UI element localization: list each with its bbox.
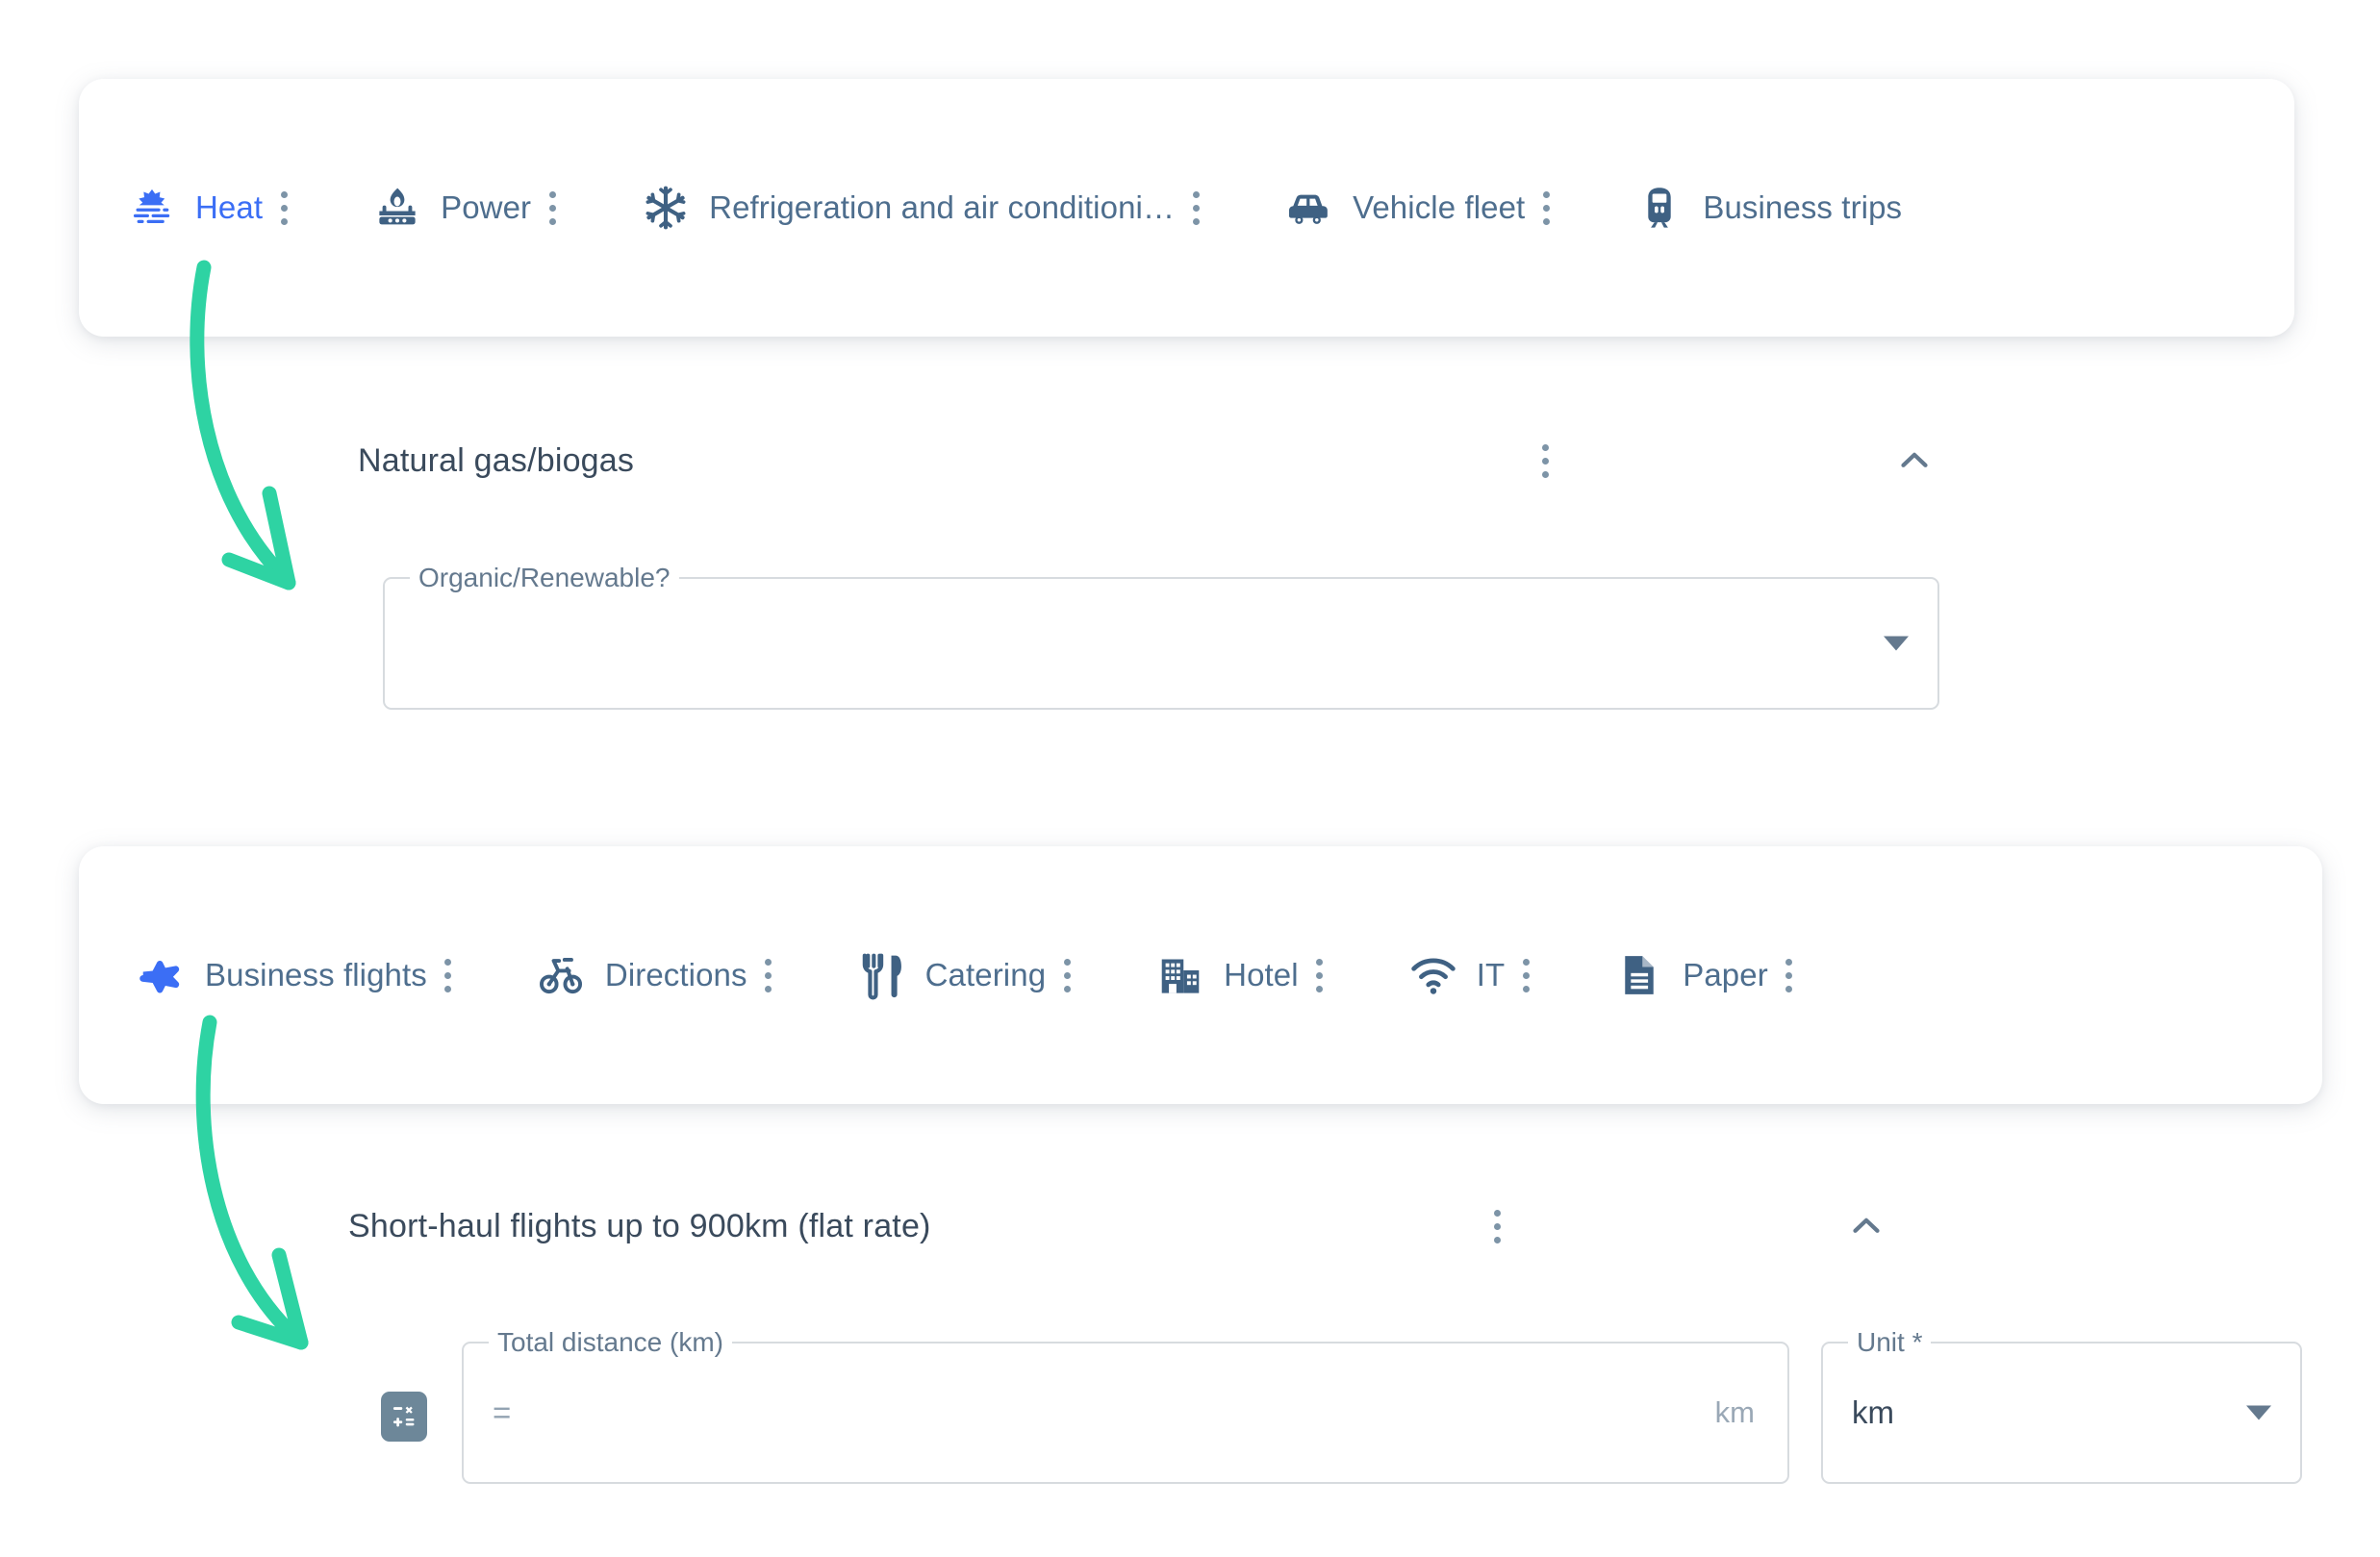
tab-business-flights-menu[interactable] [427,950,469,1000]
travel-tabstrip: Business flights Directions Catering Hot… [137,950,1810,1000]
section-title: Short-haul flights up to 900km (flat rat… [348,1207,931,1244]
snowflake-icon [641,183,691,233]
tab-catering[interactable]: Catering [857,950,1047,1000]
tab-business-trips-label: Business trips [1703,189,1903,225]
building-icon [1155,950,1205,1000]
tab-vehicle-fleet-menu[interactable] [1525,183,1567,233]
section-short-haul-menu[interactable] [1476,1201,1518,1251]
tab-paper[interactable]: Paper [1614,950,1768,1000]
airplane-icon [137,950,187,1000]
organic-renewable-label: Organic/Renewable? [410,564,679,592]
dropdown-caret-icon[interactable] [2246,1405,2271,1420]
section-natural-gas-biogas: Natural gas/biogas [358,430,1945,491]
tab-it[interactable]: IT [1408,950,1506,1000]
gas-burner-icon [372,183,422,233]
tab-business-flights-label: Business flights [205,957,427,992]
tab-directions-label: Directions [604,957,747,992]
organic-renewable-select[interactable]: Organic/Renewable? [383,564,1939,710]
tab-business-trips[interactable]: Business trips [1634,183,1902,233]
total-distance-label: Total distance (km) [489,1328,732,1357]
bicycle-icon [537,950,587,1000]
section-tools [1476,1195,1897,1257]
total-distance-unit-suffix: km [1714,1395,1755,1429]
travel-category-card: Business flights Directions Catering Hot… [79,846,2322,1104]
total-distance-value: = [493,1394,512,1430]
section-title: Natural gas/biogas [358,441,635,479]
tab-refrigeration-and-air-conditioning[interactable]: Refrigeration and air conditioni… [641,183,1175,233]
sunrise-heat-icon [127,183,177,233]
wifi-icon [1408,950,1458,1000]
unit-value: km [1852,1394,1894,1430]
calculator-icon [392,1406,415,1427]
section-natural-gas-collapse-chevron-up-icon[interactable] [1884,430,1945,491]
car-icon [1284,183,1334,233]
tab-directions[interactable]: Directions [537,950,747,1000]
tab-power-menu[interactable] [531,183,573,233]
tab-refrigeration-menu[interactable] [1175,183,1217,233]
tab-it-label: IT [1476,957,1506,992]
tab-refrigeration-label: Refrigeration and air conditioni… [709,189,1176,225]
tab-it-menu[interactable] [1505,950,1547,1000]
section-natural-gas-menu[interactable] [1524,436,1566,486]
unit-select[interactable]: Unit * km [1821,1328,2302,1484]
tab-catering-label: Catering [924,957,1047,992]
tab-business-flights[interactable]: Business flights [137,950,427,1000]
tab-paper-menu[interactable] [1768,950,1810,1000]
tab-directions-menu[interactable] [747,950,790,1000]
tab-catering-menu[interactable] [1046,950,1088,1000]
calculator-icon-button[interactable] [381,1392,427,1442]
section-short-haul-collapse-chevron-up-icon[interactable] [1836,1195,1897,1257]
heat-tabstrip: Heat Power Refrigeration and air conditi… [127,183,1902,233]
section-short-haul-flights: Short-haul flights up to 900km (flat rat… [348,1195,1897,1257]
section-tools [1524,430,1945,491]
tab-vehicle-fleet-label: Vehicle fleet [1353,189,1526,225]
tab-heat-label: Heat [195,189,264,225]
tab-heat-menu[interactable] [263,183,305,233]
tab-heat[interactable]: Heat [127,183,263,233]
tab-paper-label: Paper [1683,957,1768,992]
tab-power[interactable]: Power [372,183,531,233]
fork-knife-icon [857,950,907,1000]
train-icon [1634,183,1684,233]
tab-hotel-label: Hotel [1224,957,1299,992]
heat-category-card: Heat Power Refrigeration and air conditi… [79,79,2294,337]
tab-power-label: Power [441,189,532,225]
tab-hotel-menu[interactable] [1299,950,1341,1000]
total-distance-input[interactable]: Total distance (km) = km [462,1328,1789,1484]
unit-label: Unit * [1848,1328,1932,1357]
document-icon [1614,950,1664,1000]
tab-hotel[interactable]: Hotel [1155,950,1299,1000]
dropdown-caret-icon[interactable] [1884,636,1909,651]
tab-vehicle-fleet[interactable]: Vehicle fleet [1284,183,1525,233]
